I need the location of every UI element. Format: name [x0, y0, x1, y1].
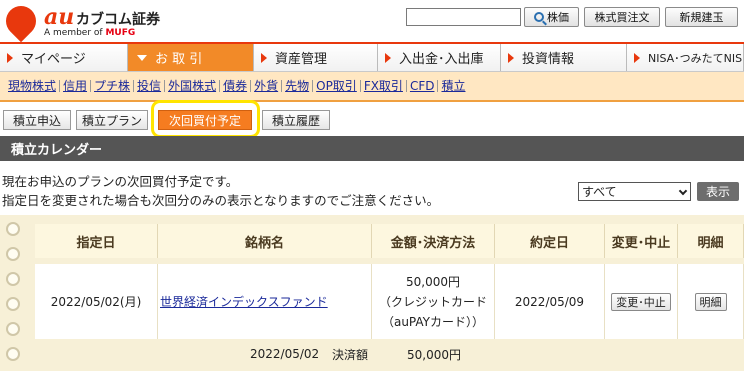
- ring-icon: [6, 322, 20, 336]
- nav-item-deposit-transfer[interactable]: 入出金･入出庫: [378, 44, 501, 71]
- subnav-accumulation[interactable]: 積立: [438, 80, 468, 92]
- stock-search-input[interactable]: [406, 8, 521, 26]
- detail-button[interactable]: 明細: [694, 292, 727, 311]
- tab-application[interactable]: 積立申込: [3, 110, 71, 130]
- fund-name-link[interactable]: 世界経済インデックスファンド: [160, 293, 328, 310]
- nav-item-nisa[interactable]: NISA･つみたてNIS: [627, 44, 744, 71]
- row-method-2: （auPAYカード））: [381, 314, 485, 329]
- header-amount: 金額･決済方法: [372, 224, 495, 258]
- main-nav: マイページ お 取 引 資産管理 入出金･入出庫 投資情報 NISA･つみたてN…: [0, 42, 744, 72]
- section-title: 積立カレンダー: [0, 136, 744, 161]
- ring-icon: [6, 272, 20, 286]
- arrow-right-icon: [261, 52, 267, 63]
- arrow-right-icon: [508, 52, 514, 63]
- sub-nav: 現物株式 信用 プチ株 投信 外国株式 債券 外貨 先物 OP取引 FX取引 C…: [0, 72, 744, 102]
- arrow-right-icon: [634, 52, 640, 63]
- brand-logo[interactable]: au カブコム証券 A member of MUFG: [0, 0, 176, 43]
- header-date: 指定日: [35, 224, 158, 258]
- logo-drop-icon: [0, 0, 43, 43]
- nav-item-asset-management[interactable]: 資産管理: [254, 44, 378, 71]
- ring-icon: [6, 222, 20, 236]
- subnav-foreign-currency[interactable]: 外貨: [251, 80, 283, 92]
- settlement-summary-row: 2022/05/02 決済額 50,000円: [35, 343, 744, 365]
- notice-text: 現在お申込のプランの次回買付予定です。 指定日を変更された場合も次回分のみの表示…: [2, 172, 439, 210]
- row-exec-date: 2022/05/09: [495, 264, 605, 339]
- ring-icon: [6, 247, 20, 261]
- search-icon: [534, 12, 544, 22]
- subnav-bonds[interactable]: 債券: [220, 80, 252, 92]
- header-fund: 銘柄名: [158, 224, 372, 258]
- subnav-petit-stocks[interactable]: プチ株: [91, 80, 135, 92]
- summary-date: 2022/05/02: [250, 347, 320, 361]
- arrow-down-icon: [137, 54, 147, 61]
- row-detail-cell: 明細: [678, 264, 744, 339]
- subnav-fx[interactable]: FX取引: [361, 80, 407, 92]
- logo-member-line: A member of MUFG: [44, 28, 136, 38]
- nav-item-investment-info[interactable]: 投資情報: [501, 44, 627, 71]
- notice-line-2: 指定日を変更された場合も次回分のみの表示となりますのでご注意ください。: [2, 193, 440, 208]
- summary-label: 決済額: [332, 347, 369, 362]
- table-row: 2022/05/02(月) 世界経済インデックスファンド 50,000円 （クレ…: [35, 264, 744, 339]
- table-header: 指定日 銘柄名 金額･決済方法 約定日 変更･中止 明細: [35, 224, 744, 258]
- row-amount-cell: 50,000円 （クレジットカード （auPAYカード））: [372, 264, 495, 339]
- subnav-foreign-stocks[interactable]: 外国株式: [165, 80, 221, 92]
- nav-item-mypage[interactable]: マイページ: [0, 44, 128, 71]
- display-button[interactable]: 表示: [697, 182, 739, 201]
- chevron-down-icon: [678, 186, 688, 196]
- filter-selected-value: すべて: [582, 185, 617, 199]
- row-amount: 50,000円: [406, 274, 460, 289]
- subnav-futures[interactable]: 先物: [282, 80, 314, 92]
- nav-item-trade[interactable]: お 取 引: [128, 44, 254, 71]
- header-exec-date: 約定日: [495, 224, 605, 258]
- subnav-options[interactable]: OP取引: [313, 80, 361, 92]
- row-change-cell: 変更･中止: [605, 264, 678, 339]
- new-position-button[interactable]: 新規建玉: [665, 7, 738, 27]
- notice-line-1: 現在お申込のプランの次回買付予定です。: [2, 174, 239, 189]
- arrow-right-icon: [385, 52, 391, 63]
- notebook-rings: [6, 222, 26, 371]
- site-header: au カブコム証券 A member of MUFG 株価 株式買注文 新規建玉: [0, 0, 744, 43]
- tab-plan[interactable]: 積立プラン: [76, 110, 148, 130]
- row-date: 2022/05/02(月): [35, 264, 158, 339]
- arrow-right-icon: [7, 52, 13, 63]
- plan-filter-select[interactable]: すべて: [578, 182, 691, 201]
- subnav-spot-stocks[interactable]: 現物株式: [5, 80, 61, 92]
- summary-amount: 50,000円: [407, 347, 461, 362]
- logo-au: au: [44, 4, 75, 30]
- header-change: 変更･中止: [605, 224, 678, 258]
- subnav-mutual-funds[interactable]: 投信: [134, 80, 166, 92]
- change-cancel-button[interactable]: 変更･中止: [611, 292, 671, 311]
- tab-history[interactable]: 積立履歴: [262, 110, 330, 130]
- row-fund-cell: 世界経済インデックスファンド: [158, 264, 372, 339]
- accumulation-tabs: 積立申込 積立プラン 次回買付予定 積立履歴: [0, 107, 744, 133]
- stock-price-button[interactable]: 株価: [524, 7, 579, 27]
- logo-brand-name: カブコム証券: [76, 12, 160, 28]
- subnav-cfd[interactable]: CFD: [407, 80, 439, 92]
- subnav-margin[interactable]: 信用: [60, 80, 92, 92]
- ring-icon: [6, 297, 20, 311]
- ring-icon: [6, 347, 20, 361]
- tab-highlight-outline: [151, 100, 260, 138]
- header-detail: 明細: [678, 224, 744, 258]
- row-method-1: （クレジットカード: [378, 294, 487, 309]
- stock-buy-order-button[interactable]: 株式買注文: [584, 7, 660, 27]
